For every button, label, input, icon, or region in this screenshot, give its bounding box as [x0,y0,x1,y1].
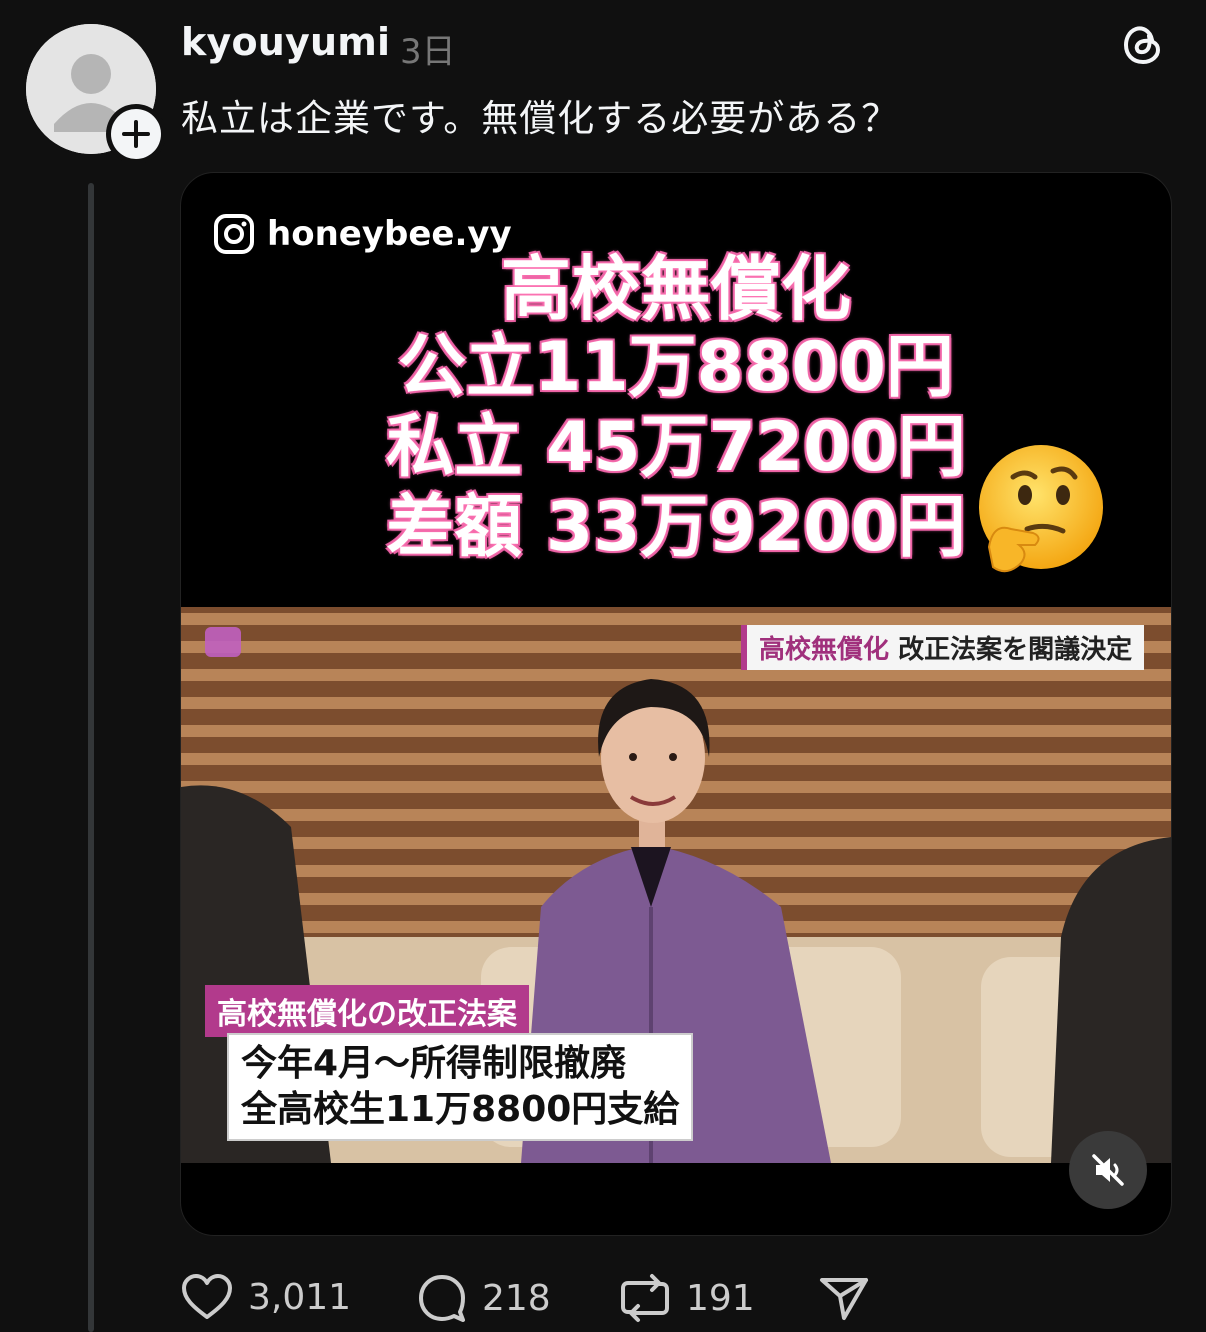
repost-icon [621,1274,669,1322]
thread-line [88,183,94,1332]
heart-icon [182,1274,232,1319]
caption-line-2: 全高校生11万8800円支給 [241,1089,680,1130]
like-button[interactable]: 3,011 [180,1272,351,1322]
repost-button[interactable]: 191 [618,1272,755,1324]
plus-icon [122,120,150,148]
news-headline-rest: 改正法案を閣議決定 [898,635,1133,665]
like-count: 3,011 [248,1276,352,1318]
news-headline-highlight: 高校無償化 [759,635,890,665]
post-text: 私立は企業です。無償化する必要がある？ [181,97,900,140]
thinking-face-emoji [979,445,1103,573]
news-headline-tag: 高校無償化 改正法案を閣議決定 [741,625,1145,670]
threads-post: kyouyumi 3日 私立は企業です。無償化する必要がある？ honeybee… [0,0,1206,1332]
timestamp: 3日 [400,32,456,72]
repost-count: 191 [686,1277,755,1319]
share-icon [820,1278,868,1320]
follow-button[interactable] [106,104,166,164]
reply-button[interactable]: 218 [416,1272,551,1324]
share-button[interactable] [818,1272,870,1324]
caption-line-1: 今年4月～所得制限撤廃 [241,1043,627,1084]
caption-box: 今年4月～所得制限撤廃 全高校生11万8800円支給 [227,1033,694,1141]
caption-tag: 高校無償化の改正法案 [205,985,529,1037]
mute-icon [1092,1154,1124,1186]
reply-count: 218 [482,1277,551,1319]
username[interactable]: kyouyumi [181,20,390,64]
video-post[interactable]: honeybee.yy 高校無償化 公立11万8800円 私立 45万7200円… [180,172,1172,1236]
news-video-frame: 高校無償化 改正法案を閣議決定 高校無償化の改正法案 今年4月～所得制限撤廃 全… [181,607,1171,1163]
mute-button[interactable] [1069,1131,1147,1209]
threads-icon[interactable] [1116,18,1168,70]
post-actions: 3,011 218 191 [180,1272,1080,1332]
comment-icon [419,1275,465,1322]
